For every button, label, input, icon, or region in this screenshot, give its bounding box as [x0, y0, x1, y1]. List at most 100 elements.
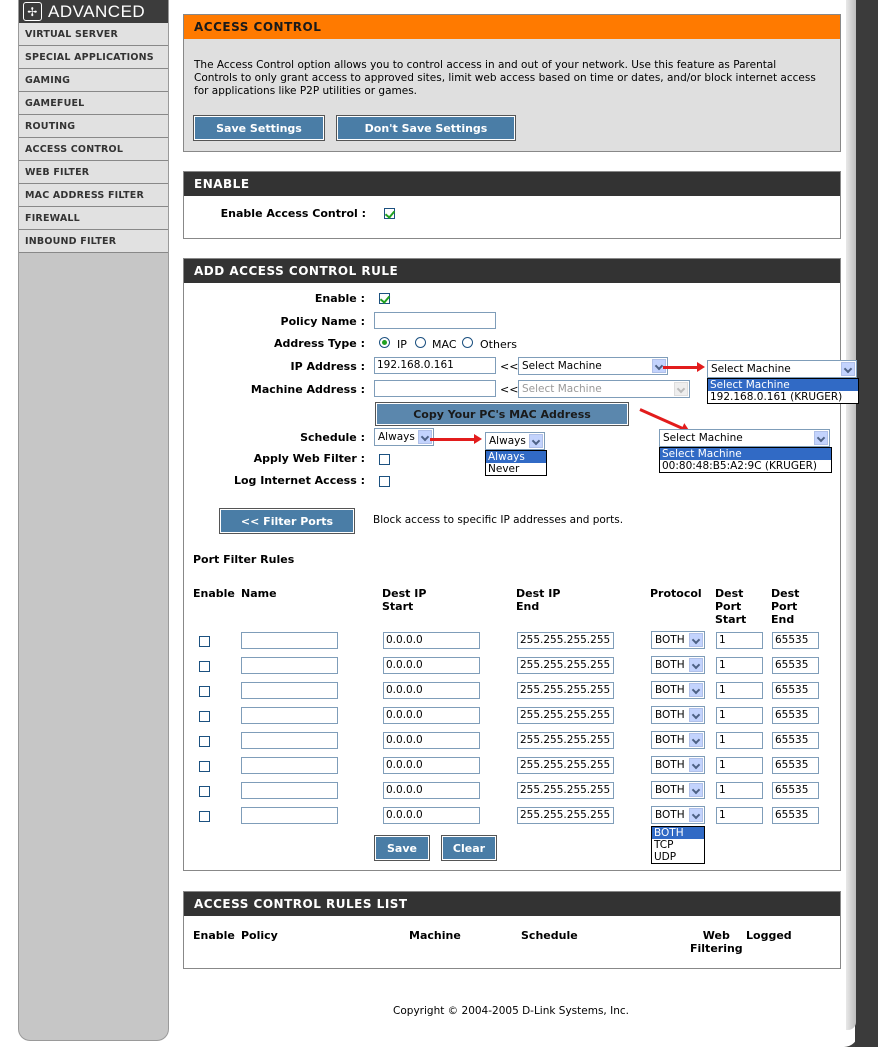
sidebar-item-web-filter[interactable]: WEB FILTER — [19, 161, 168, 184]
sidebar-item-virtual-server[interactable]: VIRTUAL SERVER — [19, 23, 168, 46]
apply-web-filter-checkbox[interactable] — [379, 454, 390, 465]
row-port-start-input[interactable]: 1 — [716, 682, 763, 699]
protocol-option-udp[interactable]: UDP — [652, 851, 704, 863]
callout-schedule-option-1[interactable]: Never — [486, 463, 546, 475]
ip-address-input[interactable]: 192.168.0.161 — [374, 357, 496, 374]
dont-save-settings-button[interactable]: Don't Save Settings — [336, 115, 516, 141]
row-dest-ip-start-input[interactable]: 0.0.0.0 — [383, 782, 480, 799]
row-port-start-input[interactable]: 1 — [716, 632, 763, 649]
row-port-start-input[interactable]: 1 — [716, 807, 763, 824]
row-dest-ip-end-input[interactable]: 255.255.255.255 — [517, 707, 614, 724]
enable-access-control-checkbox[interactable] — [384, 208, 395, 219]
port-clear-button[interactable]: Clear — [441, 835, 497, 861]
protocol-option-tcp[interactable]: TCP — [652, 839, 704, 851]
row-port-end-input[interactable]: 65535 — [772, 757, 819, 774]
row-protocol-select[interactable]: BOTH — [651, 731, 705, 749]
row-dest-ip-end-input[interactable]: 255.255.255.255 — [517, 782, 614, 799]
row-dest-ip-start-input[interactable]: 0.0.0.0 — [383, 657, 480, 674]
sidebar-item-inbound-filter[interactable]: INBOUND FILTER — [19, 230, 168, 253]
callout-mac-list: Select Machine 00:80:48:B5:A2:9C (KRUGER… — [659, 447, 832, 473]
row-port-end-input[interactable]: 65535 — [772, 707, 819, 724]
row-name-input[interactable] — [241, 657, 338, 674]
protocol-option-both[interactable]: BOTH — [652, 827, 704, 839]
row-dest-ip-start-input[interactable]: 0.0.0.0 — [383, 807, 480, 824]
address-type-ip-radio[interactable] — [379, 337, 390, 348]
row-protocol-select[interactable]: BOTH — [651, 781, 705, 799]
callout-mac-select[interactable]: Select Machine — [659, 429, 830, 447]
mac-select-machine[interactable]: Select Machine — [518, 380, 690, 398]
row-port-end-input[interactable]: 65535 — [772, 782, 819, 799]
callout-mac-option-0[interactable]: Select Machine — [660, 448, 831, 460]
row-name-input[interactable] — [241, 632, 338, 649]
save-settings-button[interactable]: Save Settings — [193, 115, 325, 141]
row-enable-checkbox[interactable] — [199, 736, 210, 747]
sidebar-item-firewall[interactable]: FIREWALL — [19, 207, 168, 230]
log-internet-access-checkbox[interactable] — [379, 476, 390, 487]
row-protocol-select[interactable]: BOTH — [651, 656, 705, 674]
callout-ip-option-1[interactable]: 192.168.0.161 (KRUGER) — [708, 391, 858, 403]
callout-schedule-select[interactable]: Always — [485, 432, 545, 450]
policy-name-input[interactable] — [374, 312, 496, 329]
row-enable-checkbox[interactable] — [199, 811, 210, 822]
row-port-start-input[interactable]: 1 — [716, 782, 763, 799]
schedule-select[interactable]: Always — [374, 428, 434, 446]
row-dest-ip-start-input[interactable]: 0.0.0.0 — [383, 632, 480, 649]
address-type-mac-radio[interactable] — [415, 337, 426, 348]
callout-schedule-option-0[interactable]: Always — [486, 451, 546, 463]
row-enable-checkbox[interactable] — [199, 661, 210, 672]
row-enable-checkbox[interactable] — [199, 761, 210, 772]
machine-address-input[interactable] — [374, 380, 496, 397]
row-enable-checkbox[interactable] — [199, 786, 210, 797]
row-port-start-input[interactable]: 1 — [716, 707, 763, 724]
row-port-start-input[interactable]: 1 — [716, 657, 763, 674]
row-dest-ip-start-input[interactable]: 0.0.0.0 — [383, 732, 480, 749]
row-dest-ip-end-input[interactable]: 255.255.255.255 — [517, 657, 614, 674]
sidebar-item-access-control[interactable]: ACCESS CONTROL — [19, 138, 168, 161]
callout-mac-option-1[interactable]: 00:80:48:B5:A2:9C (KRUGER) — [660, 460, 831, 472]
row-protocol-select[interactable]: BOTH — [651, 756, 705, 774]
filter-ports-button[interactable]: << Filter Ports — [219, 508, 355, 534]
row-port-end-input[interactable]: 65535 — [772, 632, 819, 649]
row-port-end-input[interactable]: 65535 — [772, 807, 819, 824]
row-port-end-input[interactable]: 65535 — [772, 732, 819, 749]
row-enable-checkbox[interactable] — [199, 711, 210, 722]
sidebar-title: ADVANCED — [48, 1, 146, 21]
callout-ip-option-0[interactable]: Select Machine — [708, 379, 858, 391]
row-protocol-select[interactable]: BOTH — [651, 806, 705, 824]
row-protocol-select[interactable]: BOTH — [651, 706, 705, 724]
row-dest-ip-start-input[interactable]: 0.0.0.0 — [383, 757, 480, 774]
sidebar-item-special-applications[interactable]: SPECIAL APPLICATIONS — [19, 46, 168, 69]
sidebar-item-routing[interactable]: ROUTING — [19, 115, 168, 138]
row-dest-ip-end-input[interactable]: 255.255.255.255 — [517, 757, 614, 774]
row-port-start-input[interactable]: 1 — [716, 757, 763, 774]
row-name-input[interactable] — [241, 707, 338, 724]
row-port-end-input[interactable]: 65535 — [772, 682, 819, 699]
ip-select-machine[interactable]: Select Machine — [518, 357, 668, 375]
rule-enable-checkbox[interactable] — [379, 293, 390, 304]
row-port-end-input[interactable]: 65535 — [772, 657, 819, 674]
add-rule-panel: ADD ACCESS CONTROL RULE Enable : Policy … — [183, 258, 841, 871]
sidebar-item-gamefuel[interactable]: GAMEFUEL — [19, 92, 168, 115]
sidebar-item-mac-address-filter[interactable]: MAC ADDRESS FILTER — [19, 184, 168, 207]
row-dest-ip-end-input[interactable]: 255.255.255.255 — [517, 807, 614, 824]
row-dest-ip-start-input[interactable]: 0.0.0.0 — [383, 707, 480, 724]
row-name-input[interactable] — [241, 757, 338, 774]
sidebar-item-gaming[interactable]: GAMING — [19, 69, 168, 92]
row-port-start-input[interactable]: 1 — [716, 732, 763, 749]
row-enable-checkbox[interactable] — [199, 636, 210, 647]
row-protocol-select[interactable]: BOTH — [651, 631, 705, 649]
row-dest-ip-start-input[interactable]: 0.0.0.0 — [383, 682, 480, 699]
row-dest-ip-end-input[interactable]: 255.255.255.255 — [517, 682, 614, 699]
row-enable-checkbox[interactable] — [199, 686, 210, 697]
row-dest-ip-end-input[interactable]: 255.255.255.255 — [517, 632, 614, 649]
copy-mac-address-button[interactable]: Copy Your PC's MAC Address — [375, 402, 629, 426]
row-name-input[interactable] — [241, 807, 338, 824]
row-name-input[interactable] — [241, 682, 338, 699]
row-name-input[interactable] — [241, 782, 338, 799]
port-save-button[interactable]: Save — [374, 835, 430, 861]
address-type-others-radio[interactable] — [462, 337, 473, 348]
callout-ip-select[interactable]: Select Machine — [707, 360, 857, 378]
row-dest-ip-end-input[interactable]: 255.255.255.255 — [517, 732, 614, 749]
row-name-input[interactable] — [241, 732, 338, 749]
row-protocol-select[interactable]: BOTH — [651, 681, 705, 699]
